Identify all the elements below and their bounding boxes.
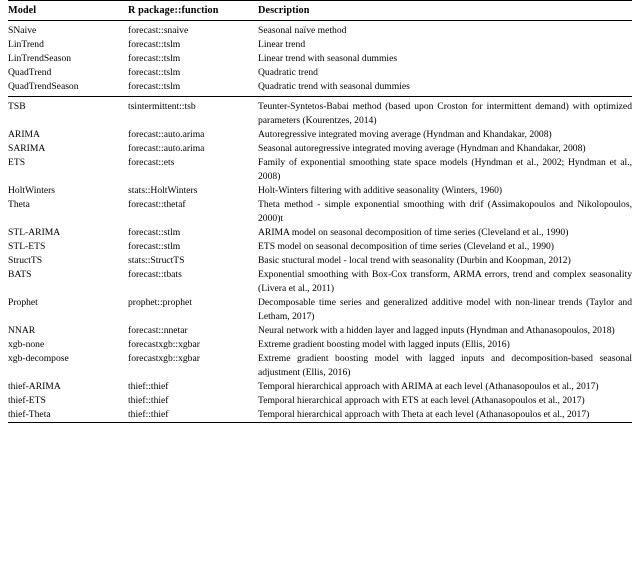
cell-description: Family of exponential smoothing state sp… — [258, 156, 632, 182]
cell-description: Temporal hierarchical approach with Thet… — [258, 408, 590, 420]
cell-description: Theta method - simple exponential smooth… — [258, 198, 632, 224]
cell-model: LinTrend — [8, 38, 44, 50]
cell-model: QuadTrendSeason — [8, 80, 79, 92]
cell-description: Quadratic trend — [258, 66, 318, 78]
cell-description: Linear trend with seasonal dummies — [258, 52, 398, 64]
table-bottom-rule — [8, 421, 632, 423]
table-header: Model R package::function Description — [8, 0, 632, 21]
cell-model: Theta — [8, 198, 30, 210]
cell-function: forecast::auto.arima — [128, 128, 205, 140]
cell-description: Holt-Winters filtering with additive sea… — [258, 184, 503, 196]
table-header-row: Model R package::function Description — [8, 1, 632, 20]
cell-model: xgb-none — [8, 338, 45, 350]
cell-description: Extreme gradient boosting model with lag… — [258, 352, 632, 378]
cell-description: Teunter-Syntetos-Babai method (based upo… — [258, 100, 632, 126]
table-row: thief-Theta thief::thief Temporal hierarch… — [8, 408, 632, 423]
table-row: Prophet prophet::prophet Decomposable time… — [8, 296, 632, 324]
table-row: NNAR forecast::nnetar Neural network with … — [8, 324, 632, 338]
cell-description: Linear trend — [258, 38, 306, 50]
column-header-description: Description — [258, 4, 310, 16]
table-row: QuadTrend forecast::tslm Quadratic trend — [8, 66, 632, 80]
cell-function: thief::thief — [128, 380, 169, 392]
cell-description: Temporal hierarchical approach with ARIM… — [258, 380, 599, 392]
cell-model: HoltWinters — [8, 184, 56, 196]
cell-description: Quadratic trend with seasonal dummies — [258, 80, 410, 92]
cell-description: Autoregressive integrated moving average… — [258, 128, 552, 140]
cell-model: ETS — [8, 156, 26, 168]
cell-model: thief-ARIMA — [8, 380, 61, 392]
cell-description: ETS model on seasonal decomposition of t… — [258, 240, 555, 252]
cell-function: forecast::tslm — [128, 66, 181, 78]
cell-model: STL-ETS — [8, 240, 46, 252]
table-footer — [8, 421, 632, 423]
cell-function: forecast::snaive — [128, 24, 189, 36]
cell-function: thief::thief — [128, 394, 169, 406]
cell-description: Extreme gradient boosting model with lag… — [258, 338, 510, 350]
column-header-model: Model — [8, 4, 37, 16]
table-row: thief-ETS thief::thief Temporal hierarchic… — [8, 394, 632, 408]
cell-model: SARIMA — [8, 142, 46, 154]
table-row: SNaive forecast::snaive Seasonal naïve met… — [8, 21, 632, 38]
table-row: LinTrend forecast::tslm Linear trend — [8, 38, 632, 52]
cell-model: StructTS — [8, 254, 43, 266]
table-row: xgb-none forecastxgb::xgbar Extreme gradie… — [8, 338, 632, 352]
cell-model: BATS — [8, 268, 32, 280]
cell-function: stats::StructTS — [128, 254, 185, 266]
table-row: STL-ETS forecast::stlm ETS model on season… — [8, 240, 632, 254]
cell-function: thief::thief — [128, 408, 169, 420]
cell-model: thief-ETS — [8, 394, 46, 406]
cell-description: Exponential smoothing with Box-Cox trans… — [258, 268, 632, 294]
table-row: Theta forecast::thetaf Theta method - simp… — [8, 198, 632, 226]
cell-function: forecast::ets — [128, 156, 175, 168]
cell-function: tsintermittent::tsb — [128, 100, 196, 112]
cell-model: TSB — [8, 100, 26, 112]
table-row: LinTrendSeason forecast::tslm Linear trend… — [8, 52, 632, 66]
cell-function: forecast::auto.arima — [128, 142, 205, 154]
cell-description: Seasonal autoregressive integrated movin… — [258, 142, 586, 154]
cell-description: Seasonal naïve method — [258, 24, 347, 36]
cell-model: QuadTrend — [8, 66, 52, 78]
cell-function: forecast::thetaf — [128, 198, 186, 210]
table-row: SARIMA forecast::auto.arima Seasonal autor… — [8, 142, 632, 156]
table-row: thief-ARIMA thief::thief Temporal hierarch… — [8, 380, 632, 394]
table-row: HoltWinters stats::HoltWinters Holt-Winter… — [8, 184, 632, 198]
cell-description: Decomposable time series and generalized… — [258, 296, 632, 322]
cell-model: xgb-decompose — [8, 352, 69, 364]
table-row: BATS forecast::tbats Exponential smoothing… — [8, 268, 632, 296]
table-body: SNaive forecast::snaive Seasonal naïve met… — [8, 21, 632, 423]
cell-function: forecastxgb::xgbar — [128, 352, 200, 364]
cell-model: Prophet — [8, 296, 38, 308]
cell-model: LinTrendSeason — [8, 52, 72, 64]
table-row: STL-ARIMA forecast::stlm ARIMA model on se… — [8, 226, 632, 240]
cell-model: NNAR — [8, 324, 36, 336]
cell-function: forecast::stlm — [128, 226, 181, 238]
cell-model: ARIMA — [8, 128, 40, 140]
table-row: ETS forecast::ets Family of exponential sm… — [8, 156, 632, 184]
table-row: ARIMA forecast::auto.arima Autoregressive … — [8, 128, 632, 142]
cell-description: ARIMA model on seasonal decomposition of… — [258, 226, 569, 238]
cell-model: thief-Theta — [8, 408, 51, 420]
cell-function: forecast::nnetar — [128, 324, 188, 336]
cell-function: stats::HoltWinters — [128, 184, 198, 196]
table-row: xgb-decompose forecastxgb::xgbar Extreme g… — [8, 352, 632, 380]
table-row: QuadTrendSeason forecast::tslm Quadratic t… — [8, 80, 632, 94]
cell-function: forecastxgb::xgbar — [128, 338, 200, 350]
cell-function: forecast::tslm — [128, 80, 181, 92]
cell-function: forecast::tslm — [128, 38, 181, 50]
cell-model: SNaive — [8, 24, 37, 36]
column-header-function: R package::function — [128, 4, 219, 16]
cell-description: Temporal hierarchical approach with ETS … — [258, 394, 585, 406]
cell-description: Basic stuctural model - local trend with… — [258, 254, 571, 266]
model-table-container: Model R package::function Description SN… — [0, 0, 640, 423]
cell-function: forecast::tslm — [128, 52, 181, 64]
table-row: StructTS stats::StructTS Basic stuctural m… — [8, 254, 632, 268]
forecasting-models-table: Model R package::function Description SN… — [8, 0, 632, 423]
cell-model: STL-ARIMA — [8, 226, 61, 238]
table-row: TSB tsintermittent::tsb Teunter-Syntetos-B… — [8, 97, 632, 128]
cell-function: forecast::tbats — [128, 268, 182, 280]
cell-function: prophet::prophet — [128, 296, 192, 308]
cell-function: forecast::stlm — [128, 240, 181, 252]
cell-description: Neural network with a hidden layer and l… — [258, 324, 615, 336]
